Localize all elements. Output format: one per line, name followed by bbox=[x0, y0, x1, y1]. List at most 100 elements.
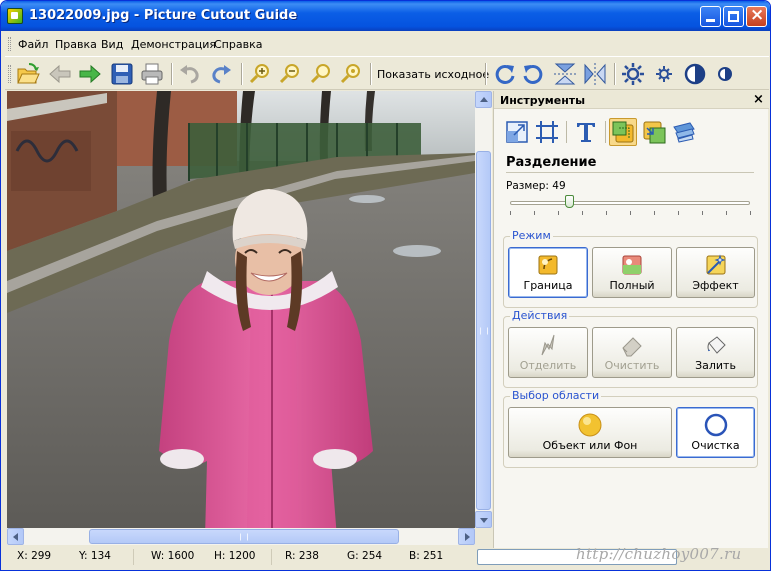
object-or-background-button[interactable]: Объект или Фон bbox=[508, 407, 672, 458]
save-icon bbox=[111, 63, 133, 85]
menu-file[interactable]: Файл bbox=[18, 38, 48, 51]
vertical-scrollbar[interactable] bbox=[475, 91, 492, 528]
flip-vertical-icon bbox=[554, 63, 576, 85]
separate-label: Отделить bbox=[519, 359, 577, 372]
toolbar-separator bbox=[241, 63, 243, 85]
actions-group: Действия Отделить Очистить Залить bbox=[503, 309, 758, 388]
rotate-cw-button[interactable] bbox=[491, 61, 517, 87]
flip-vertical-button[interactable] bbox=[552, 61, 578, 87]
panel-close-icon[interactable]: × bbox=[753, 92, 764, 107]
panel-separator bbox=[605, 121, 606, 143]
photo-canvas[interactable] bbox=[7, 91, 475, 528]
text-tool-button[interactable] bbox=[572, 118, 600, 146]
size-slider-track[interactable] bbox=[510, 201, 750, 205]
flip-horizontal-button[interactable] bbox=[582, 61, 608, 87]
scroll-right-button[interactable] bbox=[458, 528, 475, 545]
zoom-out-button[interactable] bbox=[277, 61, 303, 87]
print-button[interactable] bbox=[139, 61, 165, 87]
slider-tick bbox=[750, 211, 751, 215]
menu-demo[interactable]: Демонстрация bbox=[131, 38, 216, 51]
slider-tick bbox=[558, 211, 559, 215]
photo-image bbox=[7, 91, 475, 528]
scroll-left-button[interactable] bbox=[7, 528, 24, 545]
menu-edit[interactable]: Правка bbox=[55, 38, 97, 51]
replace-background-tool-button[interactable] bbox=[640, 118, 668, 146]
area-selection-group: Выбор области Объект или Фон Очистка bbox=[503, 389, 758, 468]
panel-separator bbox=[566, 121, 567, 143]
horizontal-scroll-thumb[interactable] bbox=[89, 529, 399, 544]
object-or-background-label: Объект или Фон bbox=[542, 439, 638, 452]
redo-button[interactable] bbox=[208, 61, 234, 87]
clear-button[interactable]: Очистить bbox=[592, 327, 672, 378]
undo-button[interactable] bbox=[177, 61, 203, 87]
section-divider bbox=[506, 172, 754, 173]
crop-tool-button[interactable] bbox=[533, 118, 561, 146]
mode-border-button[interactable]: Граница bbox=[508, 247, 588, 298]
mode-full-button[interactable]: Полный bbox=[592, 247, 672, 298]
cutout-tool-button[interactable] bbox=[609, 118, 637, 146]
zoom-in-icon bbox=[249, 64, 269, 84]
forward-button[interactable] bbox=[77, 61, 103, 87]
close-icon: × bbox=[750, 5, 765, 25]
flip-horizontal-icon bbox=[584, 63, 606, 85]
menu-grip[interactable] bbox=[8, 37, 11, 51]
tools-panel-header: Инструменты × bbox=[494, 91, 769, 109]
slider-tick bbox=[654, 211, 655, 215]
title-bar[interactable]: 13022009.jpg - Picture Cutout Guide × bbox=[1, 1, 770, 31]
toolbar-separator bbox=[171, 63, 173, 85]
save-button[interactable] bbox=[109, 61, 135, 87]
contrast-down-button[interactable] bbox=[712, 61, 738, 87]
mode-effect-button[interactable]: Эффект bbox=[676, 247, 755, 298]
menu-view[interactable]: Вид bbox=[101, 38, 123, 51]
brightness-up-button[interactable] bbox=[620, 61, 646, 87]
scroll-up-button[interactable] bbox=[475, 91, 492, 108]
border-mode-icon bbox=[538, 255, 558, 275]
effect-tool-button[interactable] bbox=[670, 118, 698, 146]
chevron-left-icon bbox=[13, 533, 18, 541]
maximize-button[interactable] bbox=[723, 6, 744, 27]
crop-icon bbox=[536, 121, 558, 143]
show-original-button[interactable]: Показать исходное bbox=[377, 68, 489, 81]
menu-help[interactable]: Справка bbox=[214, 38, 262, 51]
slider-tick bbox=[510, 211, 511, 215]
scroll-down-button[interactable] bbox=[475, 511, 492, 528]
vertical-scroll-thumb[interactable] bbox=[476, 151, 491, 510]
size-slider-ticks bbox=[510, 211, 751, 215]
toolbar-separator bbox=[485, 63, 487, 85]
toolbar-separator bbox=[614, 63, 616, 85]
app-icon bbox=[7, 8, 23, 24]
replace-background-icon bbox=[643, 121, 666, 144]
minimize-button[interactable] bbox=[700, 6, 721, 27]
effect-mode-icon bbox=[706, 254, 726, 275]
contrast-up-button[interactable] bbox=[682, 61, 708, 87]
separate-button[interactable]: Отделить bbox=[508, 327, 588, 378]
size-label: Размер: 49 bbox=[506, 180, 566, 192]
clear-area-label: Очистка bbox=[691, 439, 740, 452]
rotate-ccw-button[interactable] bbox=[521, 61, 547, 87]
zoom-fit-icon bbox=[310, 64, 330, 84]
resize-tool-button[interactable] bbox=[503, 118, 531, 146]
forward-icon bbox=[79, 64, 101, 84]
fill-button[interactable]: Залить bbox=[676, 327, 755, 378]
close-button[interactable]: × bbox=[746, 5, 767, 27]
chevron-up-icon bbox=[480, 97, 488, 102]
size-slider-thumb[interactable] bbox=[564, 195, 574, 208]
zoom-fit-button[interactable] bbox=[308, 61, 334, 87]
status-green: G: 254 bbox=[347, 550, 383, 562]
status-red: R: 238 bbox=[285, 550, 319, 562]
zoom-in-button[interactable] bbox=[247, 61, 273, 87]
mode-group: Режим Граница Полный Эффект bbox=[503, 229, 758, 308]
open-button[interactable] bbox=[15, 61, 41, 87]
main-toolbar: Показать исходное bbox=[5, 56, 769, 90]
clear-area-button[interactable]: Очистка bbox=[676, 407, 755, 458]
brightness-down-button[interactable] bbox=[651, 61, 677, 87]
status-width: W: 1600 bbox=[151, 550, 195, 562]
eraser-icon bbox=[622, 337, 642, 357]
brightness-down-icon bbox=[656, 66, 672, 82]
back-button[interactable] bbox=[47, 61, 73, 87]
zoom-actual-button[interactable] bbox=[338, 61, 364, 87]
horizontal-scrollbar[interactable] bbox=[7, 528, 475, 545]
status-x: X: 299 bbox=[17, 550, 52, 562]
toolbar-grip[interactable] bbox=[8, 65, 11, 83]
mode-full-label: Полный bbox=[609, 279, 655, 292]
